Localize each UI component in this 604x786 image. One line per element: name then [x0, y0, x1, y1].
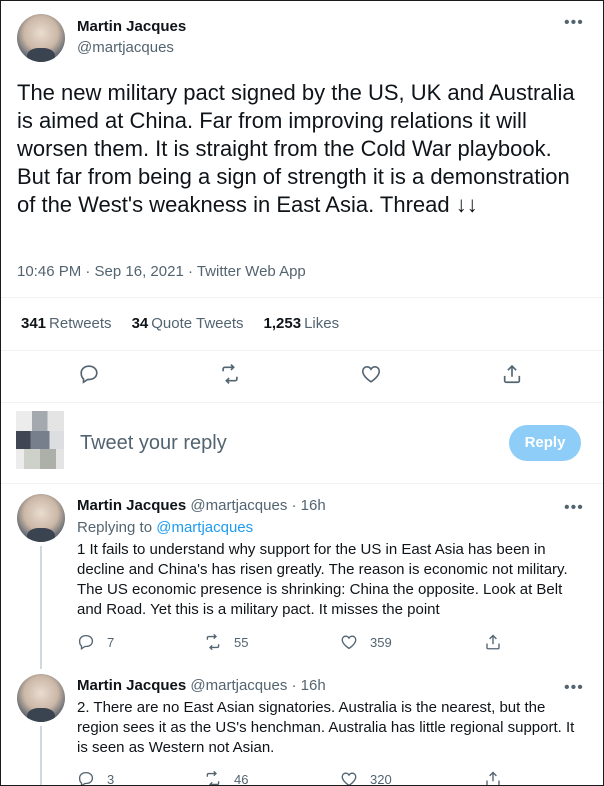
retweet-icon[interactable]: [219, 363, 243, 387]
share-action[interactable]: [484, 770, 514, 785]
retweets-count: 341: [21, 315, 47, 332]
avatar[interactable]: [17, 14, 65, 62]
divider: [1, 483, 603, 484]
retweet-count: 46: [234, 771, 249, 786]
quotes-label: Quote Tweets: [151, 315, 244, 332]
replying-to-prefix: Replying to: [77, 519, 153, 536]
like-action[interactable]: 359: [340, 633, 392, 651]
reply-text: 2. There are no East Asian signatories. …: [77, 699, 575, 756]
reply-input[interactable]: Tweet your reply: [80, 432, 227, 455]
reply-icon: [78, 771, 94, 785]
heart-icon[interactable]: [360, 363, 384, 387]
avatar: [16, 411, 64, 469]
like-action[interactable]: 320: [340, 770, 392, 786]
reply-count: 7: [107, 634, 115, 650]
heart-icon: [341, 635, 357, 650]
reply-actions: 7 55 359: [77, 633, 517, 653]
divider: [1, 297, 603, 298]
author-name[interactable]: Martin Jacques: [77, 18, 186, 35]
quotes-count: 34: [131, 315, 149, 332]
reply-icon: [78, 634, 94, 651]
likes-count: 1,253: [263, 315, 302, 332]
like-count: 320: [370, 771, 392, 786]
avatar[interactable]: [17, 494, 65, 542]
tweet-text: The new military pact signed by the US, …: [17, 80, 575, 217]
quotes-stat[interactable]: 34 Quote Tweets: [132, 315, 244, 332]
share-icon: [486, 634, 500, 650]
author-handle-time[interactable]: @martjacques · 16h: [190, 497, 325, 514]
share-icon[interactable]: [501, 363, 525, 387]
replying-to: Replying to @martjacques: [77, 519, 253, 536]
retweet-icon: [206, 770, 220, 785]
likes-stat[interactable]: 1,253 Likes: [264, 315, 340, 332]
author-name[interactable]: Martin Jacques: [77, 497, 186, 514]
reply-header: Martin Jacques @martjacques · 16h: [77, 497, 326, 514]
tweet-meta[interactable]: 10:46 PM · Sep 16, 2021 · Twitter Web Ap…: [17, 263, 306, 280]
reply-action[interactable]: 3: [77, 770, 115, 786]
retweet-icon: [206, 633, 220, 651]
heart-icon: [341, 772, 357, 785]
reply-button[interactable]: Reply: [509, 425, 581, 461]
author-handle[interactable]: @martjacques: [77, 39, 174, 56]
like-count: 359: [370, 634, 392, 650]
replying-to-mention[interactable]: @martjacques: [156, 519, 253, 536]
more-icon[interactable]: •••: [564, 680, 584, 696]
tweet-stats: 341 Retweets 34 Quote Tweets 1,253 Likes: [21, 315, 359, 332]
retweet-action[interactable]: 46: [204, 770, 249, 786]
retweets-label: Retweets: [49, 315, 112, 332]
share-icon: [486, 771, 500, 785]
reply-count: 3: [107, 771, 115, 786]
thread-line: [40, 726, 42, 785]
reply-text: 1 It fails to understand why support for…: [77, 541, 568, 618]
more-icon[interactable]: •••: [564, 15, 584, 31]
retweet-action[interactable]: 55: [204, 633, 248, 651]
author-name[interactable]: Martin Jacques: [77, 677, 186, 694]
tweet-actions: [1, 363, 603, 389]
retweet-count: 55: [234, 634, 249, 650]
reply-header: Martin Jacques @martjacques · 16h: [77, 677, 326, 694]
reply-actions: 3 46 320: [77, 770, 517, 786]
divider: [1, 402, 603, 403]
avatar[interactable]: [17, 674, 65, 722]
reply-icon[interactable]: [78, 363, 102, 387]
reply-action[interactable]: 7: [77, 633, 114, 651]
share-action[interactable]: [484, 633, 514, 651]
more-icon[interactable]: •••: [564, 500, 584, 516]
divider: [1, 350, 603, 351]
author-handle-time[interactable]: @martjacques · 16h: [190, 677, 325, 694]
likes-label: Likes: [304, 315, 340, 332]
thread-line: [40, 546, 42, 669]
tweet-page: Martin Jacques @martjacques ••• The new …: [0, 0, 604, 786]
retweets-stat[interactable]: 341 Retweets: [21, 315, 112, 332]
